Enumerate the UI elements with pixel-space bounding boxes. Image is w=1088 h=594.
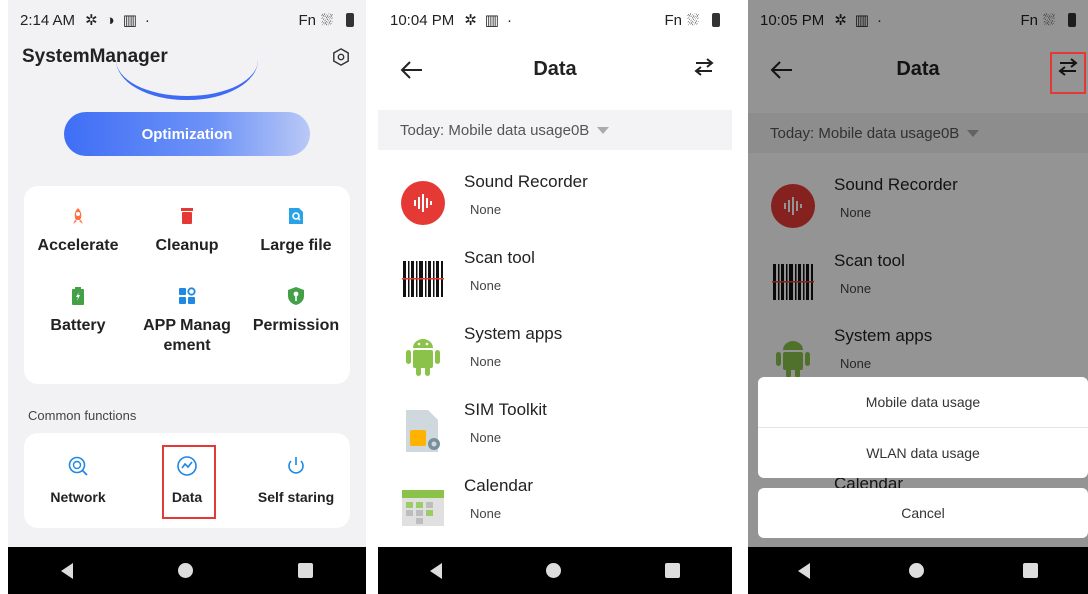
settings-status-icon: ✲ — [85, 11, 98, 29]
filter-label: Today: Mobile data usage0B — [400, 121, 590, 139]
sim-status-icon: ▥ — [484, 11, 499, 29]
home-nav-icon[interactable] — [546, 563, 561, 578]
back-nav-icon[interactable] — [430, 562, 442, 579]
swap-icon[interactable] — [694, 58, 714, 76]
back-nav-icon[interactable] — [60, 562, 73, 579]
trash-icon — [181, 208, 193, 224]
tool-battery[interactable]: Battery — [24, 286, 132, 336]
barcode-icon — [402, 260, 444, 298]
function-label: Self staring — [257, 489, 335, 505]
shield-key-icon — [288, 287, 304, 305]
status-bar: 10:04 PM ✲ ▥ · Fn ⛆ — [378, 0, 732, 40]
app-usage-value: None — [470, 202, 502, 217]
cancel-sheet: Cancel — [758, 488, 1088, 538]
status-time: 2:14 AM — [20, 11, 76, 29]
signal-icon: ⛆ — [686, 11, 699, 29]
app-name: System apps — [464, 324, 563, 343]
settings-status-icon: ✲ — [464, 11, 477, 29]
home-nav-icon[interactable] — [908, 563, 924, 578]
app-list-item[interactable]: SIM Toolkit None — [378, 396, 732, 472]
optimization-button[interactable]: Optimization — [64, 112, 310, 156]
dot-status-icon: · — [144, 11, 150, 29]
tool-label: Large file — [260, 237, 332, 254]
status-bar: 2:14 AM ✲ ◑ ▥ · Fn ⛆ — [8, 0, 366, 40]
nav-bar — [748, 547, 1088, 594]
home-nav-icon[interactable] — [177, 563, 193, 578]
app-list-item[interactable]: Scan tool None — [378, 244, 732, 320]
fn-indicator: Fn — [298, 11, 316, 29]
network-icon — [68, 456, 88, 476]
app-name: Calendar — [464, 476, 533, 495]
menu-option-wlan-data[interactable]: WLAN data usage — [758, 428, 1088, 478]
app-list-item[interactable]: Sound Recorder None — [378, 168, 732, 244]
app-status-icon: ◑ — [105, 11, 115, 29]
recents-nav-icon[interactable] — [298, 563, 314, 578]
power-icon — [288, 457, 304, 474]
app-list-item[interactable]: Calendar None — [378, 472, 732, 548]
tool-label: Battery — [50, 317, 106, 334]
tool-label: Accelerate — [37, 237, 119, 254]
app-header: Data — [378, 40, 732, 100]
function-network[interactable]: Network — [24, 455, 132, 505]
sound-recorder-icon — [401, 181, 445, 225]
nav-bar — [378, 547, 732, 594]
app-usage-value: None — [470, 278, 502, 293]
usage-type-menu: Mobile data usage WLAN data usage — [758, 377, 1088, 478]
tool-cleanup[interactable]: Cleanup — [133, 206, 241, 256]
tool-label: Cleanup — [155, 237, 219, 254]
app-name: Sound Recorder — [464, 172, 588, 191]
large-file-icon — [289, 208, 303, 224]
calendar-icon — [402, 490, 444, 526]
function-label: Network — [50, 489, 106, 505]
page-title: Data — [533, 58, 577, 80]
sim-status-icon: ▥ — [122, 11, 137, 29]
tools-card: Accelerate Cleanup Large file Battery AP… — [24, 186, 350, 384]
battery-icon — [72, 287, 84, 305]
highlight-box — [162, 445, 216, 519]
tool-large-file[interactable]: Large file — [242, 206, 350, 256]
menu-option-mobile-data[interactable]: Mobile data usage — [758, 377, 1088, 427]
app-name: Scan tool — [464, 248, 535, 267]
phone-screen-data-usage: 10:04 PM ✲ ▥ · Fn ⛆ Data Today: Mobile d… — [378, 0, 732, 594]
settings-gear-icon[interactable] — [332, 48, 350, 66]
app-name: SIM Toolkit — [464, 400, 547, 419]
section-heading: Common functions — [28, 408, 137, 423]
app-usage-value: None — [470, 430, 502, 445]
recents-nav-icon[interactable] — [665, 563, 680, 578]
tool-label: Permission — [252, 317, 340, 334]
tool-permission[interactable]: Permission — [242, 286, 350, 336]
dot-status-icon: · — [506, 11, 512, 29]
recents-nav-icon[interactable] — [1023, 563, 1039, 578]
usage-filter-dropdown[interactable]: Today: Mobile data usage0B — [378, 110, 732, 150]
app-list-item[interactable]: System apps None — [378, 320, 732, 396]
dropdown-caret-icon — [597, 126, 610, 134]
nav-bar — [8, 547, 366, 594]
android-icon — [406, 339, 440, 376]
phone-screen-data-usage-menu: 10:05 PM ✲ ▥ · Fn ⛆ Data Today: Mobile d… — [748, 0, 1088, 594]
fn-indicator: Fn — [664, 11, 682, 29]
signal-icon: ⛆ — [320, 11, 333, 29]
score-arc — [116, 40, 258, 100]
sim-card-icon — [406, 410, 440, 452]
phone-screen-system-manager: 2:14 AM ✲ ◑ ▥ · Fn ⛆ SystemManager Optim… — [8, 0, 366, 594]
back-nav-icon[interactable] — [797, 562, 810, 579]
status-time: 10:04 PM — [390, 11, 455, 29]
battery-status-icon — [712, 13, 720, 27]
cancel-button[interactable]: Cancel — [758, 488, 1088, 538]
tool-accelerate[interactable]: Accelerate — [24, 206, 132, 256]
rocket-icon — [73, 208, 83, 224]
tool-app-management[interactable]: APP Manag ement — [133, 286, 241, 356]
highlight-box — [1050, 52, 1086, 94]
tool-label: APP Manag ement — [143, 317, 231, 354]
function-self-starting[interactable]: Self staring — [242, 455, 350, 505]
app-grid-icon — [179, 287, 196, 304]
battery-status-icon — [346, 13, 354, 27]
app-usage-value: None — [470, 506, 502, 521]
app-usage-value: None — [470, 354, 502, 369]
